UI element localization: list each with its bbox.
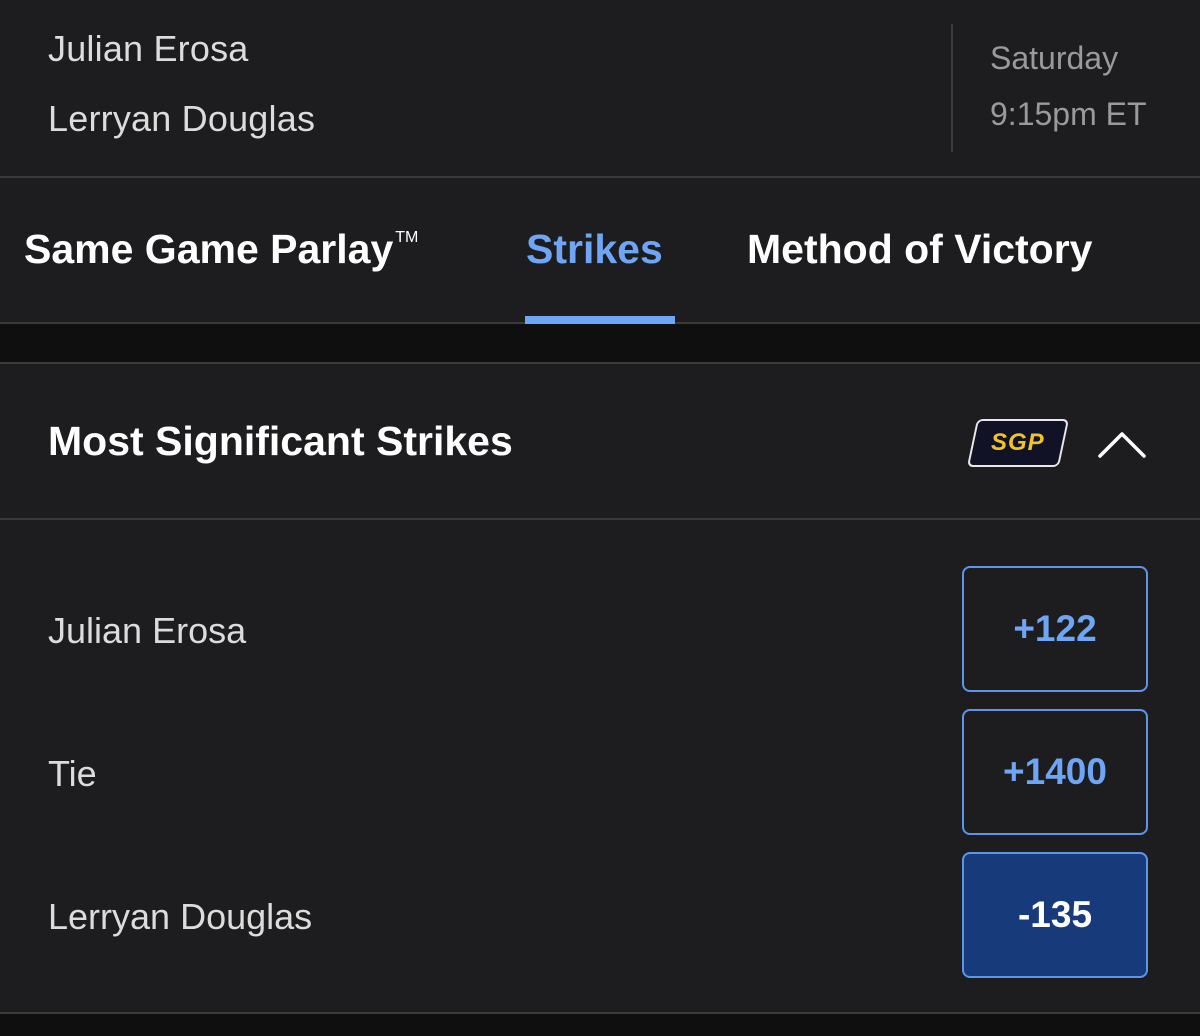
odds-button-lerryan-douglas[interactable]: -135 [962, 852, 1148, 978]
tab-same-game-parlay-label: Same Game Parlay [24, 226, 394, 272]
odds-button-julian-erosa[interactable]: +122 [962, 566, 1148, 692]
list-item: Lerryan Douglas -135 [0, 852, 1200, 982]
option-label: Tie [48, 753, 97, 794]
matchup-header[interactable]: Julian Erosa Lerryan Douglas Saturday 9:… [0, 0, 1200, 178]
odds-button-tie[interactable]: +1400 [962, 709, 1148, 835]
market-header[interactable]: Most Significant Strikes SGP [0, 364, 1200, 520]
event-time: 9:15pm ET [990, 96, 1147, 132]
chevron-up-icon[interactable] [1096, 426, 1148, 462]
list-item: Tie +1400 [0, 709, 1200, 839]
active-tab-indicator [525, 316, 675, 324]
market-title: Most Significant Strikes [48, 418, 513, 464]
vertical-divider [951, 24, 953, 152]
sgp-badge: SGP [966, 419, 1070, 467]
tab-strikes[interactable]: Strikes [526, 226, 663, 273]
market-tabs: Same Game Parlay TM Strikes Method of Vic… [0, 178, 1200, 324]
tab-method-of-victory[interactable]: Method of Victory [747, 226, 1092, 273]
sgp-badge-label: SGP [991, 429, 1045, 456]
fighter-1-name: Julian Erosa [48, 28, 249, 69]
trademark-mark: TM [395, 229, 419, 247]
betting-page: Julian Erosa Lerryan Douglas Saturday 9:… [0, 0, 1200, 1036]
market-options: Julian Erosa +122 Tie +1400 Lerryan Doug… [0, 520, 1200, 1014]
list-item: Julian Erosa +122 [0, 566, 1200, 696]
bottom-spacer [0, 1014, 1200, 1036]
tab-same-game-parlay[interactable]: Same Game Parlay TM [24, 226, 418, 273]
option-label: Lerryan Douglas [48, 896, 313, 937]
section-spacer [0, 324, 1200, 364]
event-day: Saturday [990, 40, 1119, 76]
fighter-2-name: Lerryan Douglas [48, 98, 316, 139]
option-label: Julian Erosa [48, 610, 247, 651]
